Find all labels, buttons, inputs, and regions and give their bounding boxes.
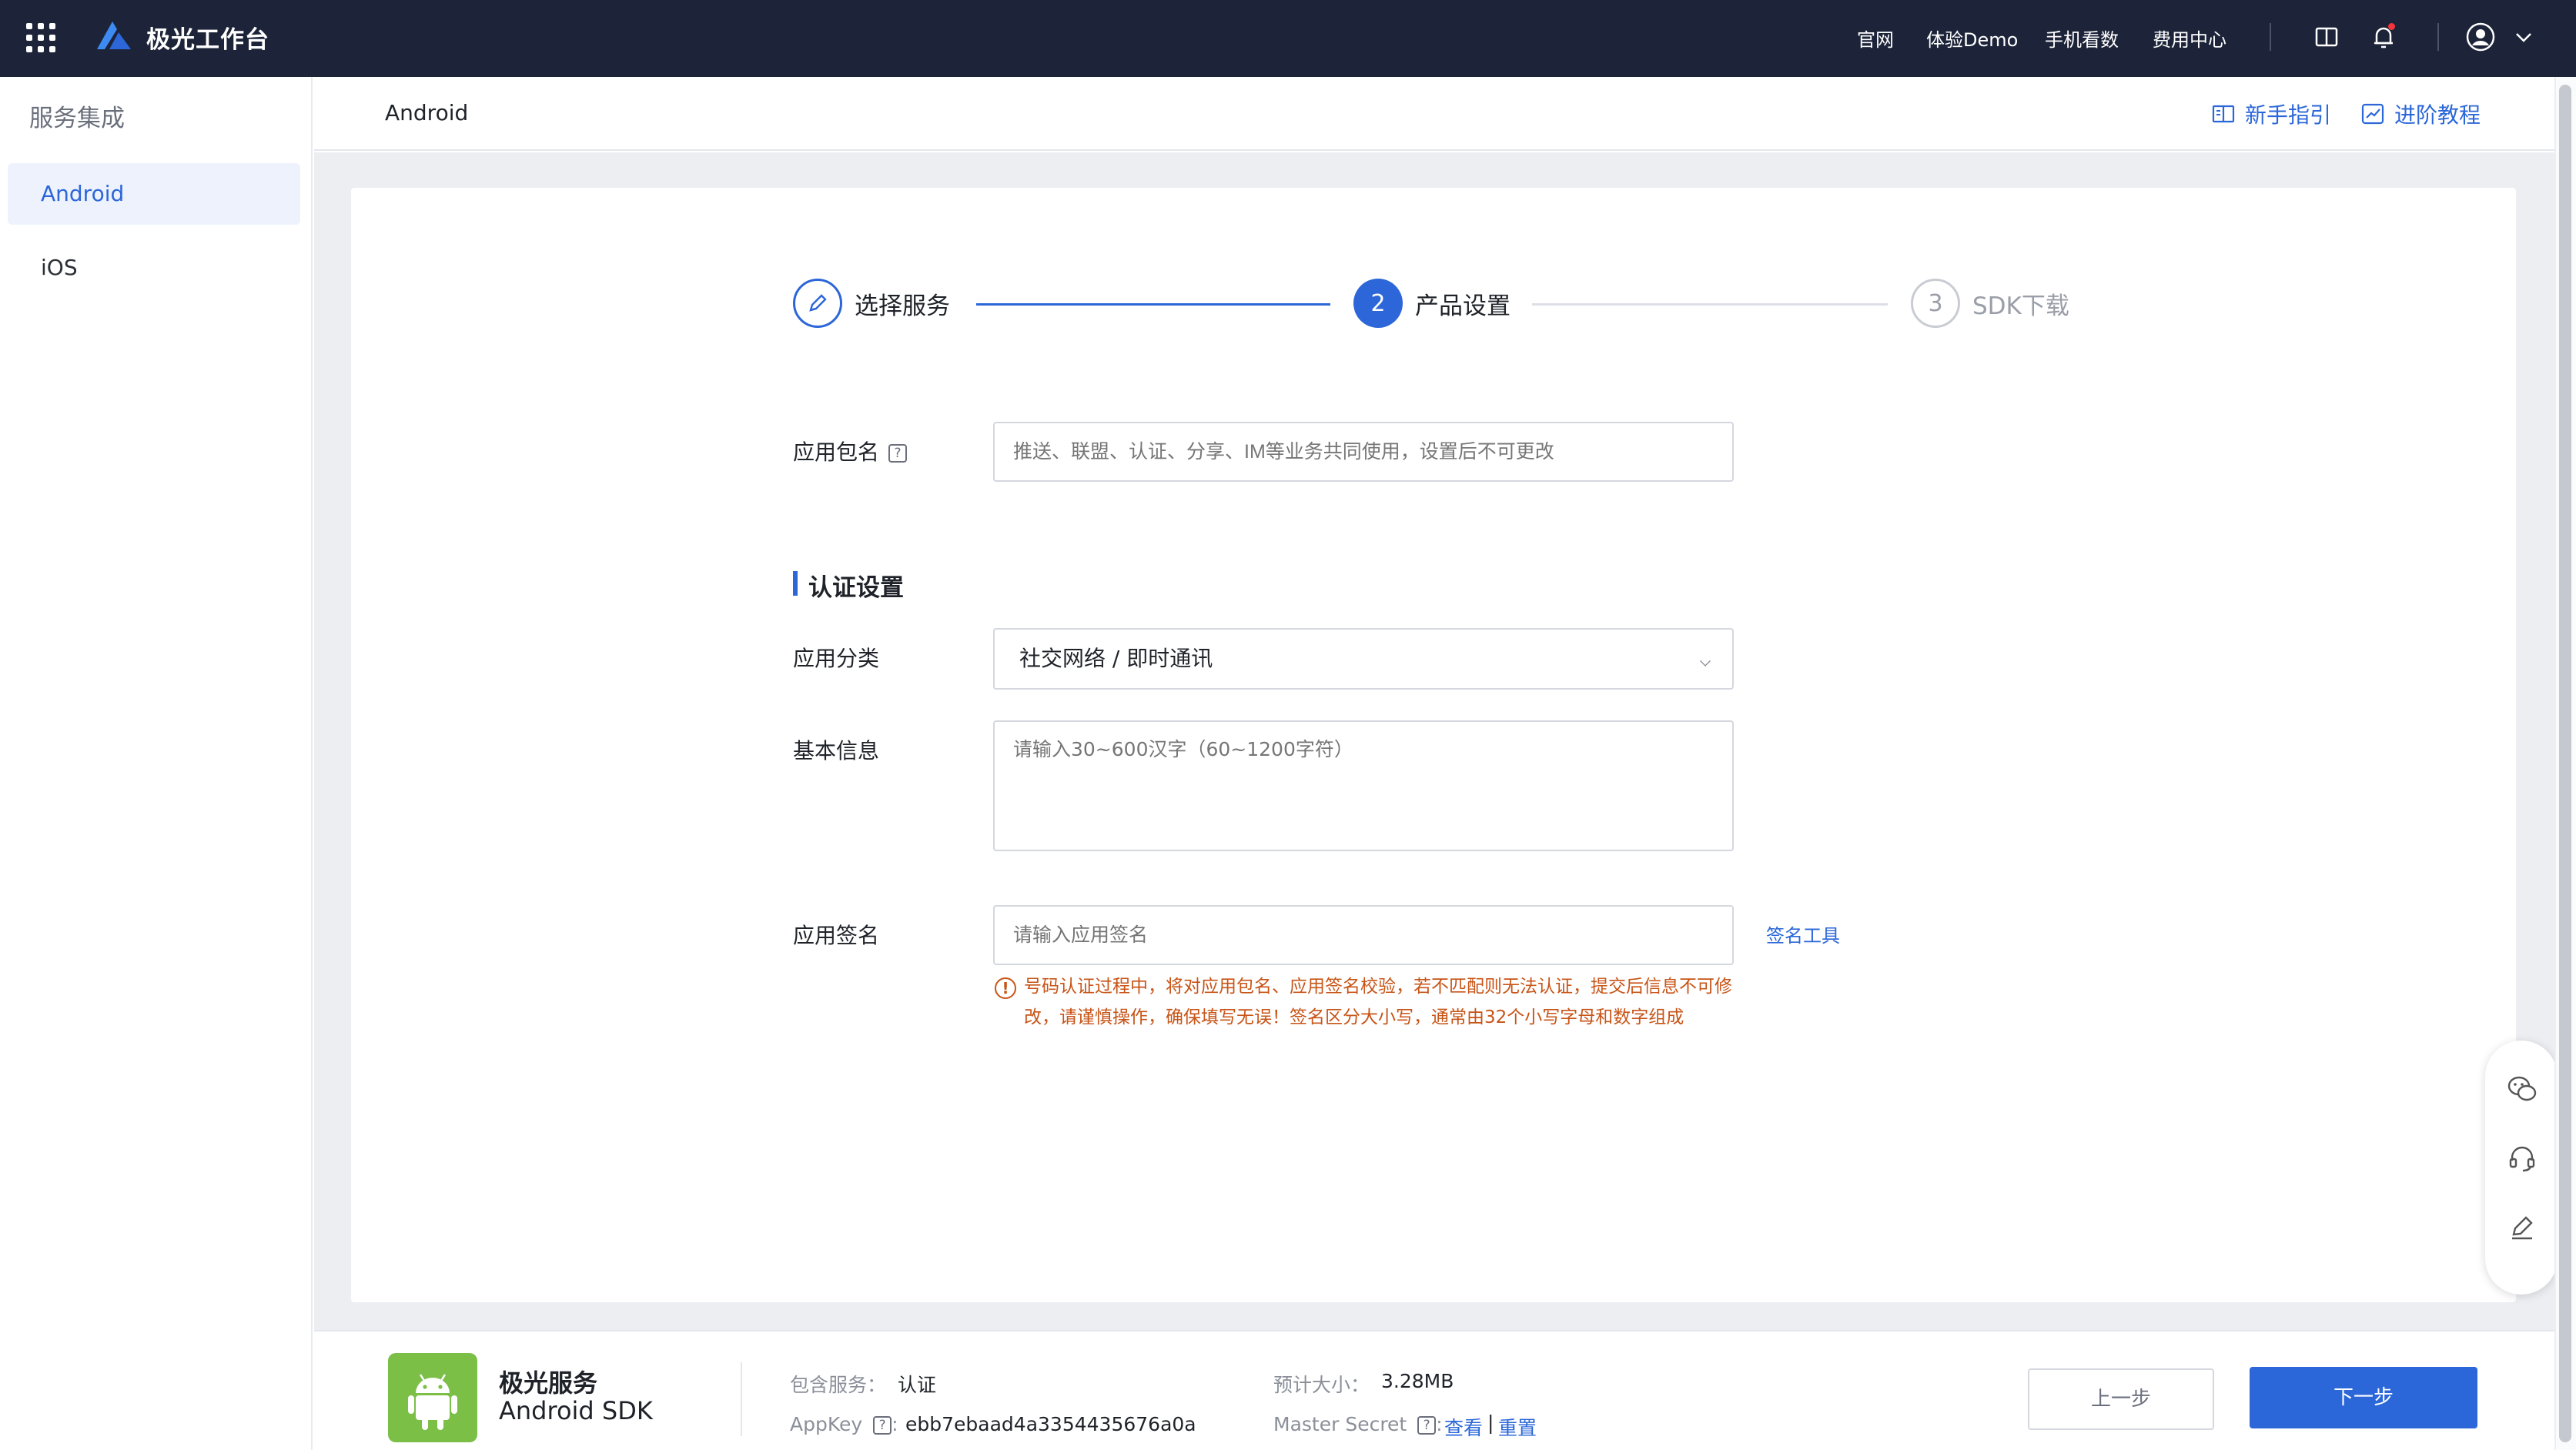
- user-avatar-icon[interactable]: [2465, 22, 2496, 52]
- bottom-action-bar: 极光服务 Android SDK 包含服务： 认证 预计大小： 3.28MB A…: [314, 1330, 2554, 1450]
- size-value: 3.28MB: [1381, 1370, 1454, 1392]
- basic-info-label: 基本信息: [793, 738, 880, 763]
- package-name-label-text: 应用包名: [793, 439, 880, 465]
- top-navigation-bar: 极光工作台 官网 体验Demo 手机看数 费用中心: [0, 0, 2576, 77]
- step-1-label: 选择服务: [855, 292, 950, 320]
- warning-icon: !: [995, 977, 1016, 999]
- sidebar-title: 服务集成: [29, 105, 125, 132]
- package-name-input[interactable]: [993, 422, 1734, 482]
- sidebar-item-ios[interactable]: iOS: [8, 237, 300, 299]
- reset-secret-link[interactable]: 重置: [1498, 1413, 1537, 1441]
- master-secret-label: Master Secret ?:: [1273, 1413, 1443, 1435]
- notification-dot: [2388, 23, 2395, 30]
- category-select[interactable]: 社交网络 / 即时通讯: [993, 628, 1734, 690]
- help-icon[interactable]: ?: [873, 1416, 892, 1435]
- nav-link-demo[interactable]: 体验Demo: [1926, 25, 2018, 52]
- services-value: 认证: [898, 1374, 937, 1396]
- step-2-number: 2: [1353, 279, 1403, 328]
- step-3-number: 3: [1911, 279, 1960, 328]
- topbar-divider: [2270, 23, 2271, 51]
- page-header: Android 新手指引 进阶教程: [314, 77, 2554, 151]
- help-icon[interactable]: ?: [1417, 1416, 1437, 1435]
- trend-chart-icon: [2361, 103, 2384, 125]
- brand-logo-icon[interactable]: [94, 18, 134, 52]
- nav-link-billing[interactable]: 费用中心: [2153, 25, 2226, 52]
- package-name-label: 应用包名?: [793, 436, 908, 466]
- chevron-down-icon[interactable]: [2508, 22, 2539, 52]
- edit-icon[interactable]: [2506, 1211, 2538, 1244]
- sidebar-item-android[interactable]: Android: [8, 163, 300, 225]
- appkey-label-text: AppKey: [790, 1413, 863, 1435]
- wechat-icon[interactable]: [2506, 1073, 2538, 1105]
- chevron-down-icon: [1700, 656, 1711, 667]
- basic-info-textarea[interactable]: [993, 720, 1734, 851]
- services-label: 包含服务：: [790, 1374, 887, 1396]
- beginner-guide-link[interactable]: 新手指引: [2211, 99, 2331, 129]
- beginner-guide-label: 新手指引: [2245, 102, 2332, 128]
- nav-link-official-site[interactable]: 官网: [1857, 25, 1894, 52]
- book-icon[interactable]: [2311, 22, 2342, 52]
- appkey-colon: :: [892, 1413, 898, 1435]
- step-connector-1: [976, 303, 1330, 306]
- master-secret-label-text: Master Secret: [1273, 1413, 1407, 1435]
- category-label: 应用分类: [793, 646, 880, 671]
- help-icon[interactable]: ?: [888, 444, 908, 463]
- sidebar: 服务集成 Android iOS: [0, 77, 313, 1450]
- signature-label: 应用签名: [793, 923, 880, 948]
- auth-section-title: 认证设置: [793, 568, 904, 603]
- nav-link-mobile-data[interactable]: 手机看数: [2045, 25, 2119, 52]
- master-secret-colon: :: [1436, 1413, 1443, 1435]
- floating-help-panel: [2485, 1041, 2558, 1295]
- view-secret-link[interactable]: 查看: [1444, 1413, 1483, 1441]
- step-connector-2: [1532, 303, 1888, 306]
- open-book-icon: [2212, 105, 2235, 123]
- topbar-divider: [2437, 23, 2439, 51]
- appkey-label: AppKey ?:: [790, 1413, 898, 1435]
- android-logo-icon: [388, 1353, 477, 1442]
- signature-warning-text: 号码认证过程中，将对应用包名、应用签名校验，若不匹配则无法认证，提交后信息不可修…: [1024, 977, 1732, 1027]
- apps-grid-icon[interactable]: [26, 23, 55, 52]
- size-label: 预计大小：: [1273, 1374, 1370, 1396]
- next-step-button[interactable]: 下一步: [2250, 1367, 2477, 1428]
- signature-input[interactable]: [993, 905, 1734, 965]
- advanced-tutorial-label: 进阶教程: [2394, 102, 2481, 128]
- category-select-value: 社交网络 / 即时通讯: [1019, 646, 1213, 671]
- appkey-value: ebb7ebaad4a3354435676a0a: [905, 1413, 1196, 1435]
- advanced-tutorial-link[interactable]: 进阶教程: [2360, 99, 2481, 129]
- page-title: Android: [385, 100, 469, 125]
- form-card: 选择服务 2 产品设置 3 SDK下载 应用包名? 认证设置 应用分类 社交网络…: [351, 188, 2516, 1302]
- scrollbar-thumb[interactable]: [2559, 85, 2571, 1442]
- bottom-divider: [741, 1362, 742, 1436]
- sdk-title: 极光服务: [499, 1368, 598, 1398]
- step-2-label: 产品设置: [1415, 292, 1510, 320]
- signature-tool-link[interactable]: 签名工具: [1766, 920, 1840, 947]
- step-1-edit-icon: [793, 279, 842, 328]
- headset-icon[interactable]: [2506, 1142, 2538, 1174]
- step-3-label: SDK下载: [1972, 292, 2069, 320]
- previous-step-button[interactable]: 上一步: [2028, 1368, 2214, 1430]
- sdk-subtitle: Android SDK: [499, 1396, 653, 1425]
- link-separator: |: [1487, 1412, 1494, 1434]
- brand-name[interactable]: 极光工作台: [146, 20, 269, 55]
